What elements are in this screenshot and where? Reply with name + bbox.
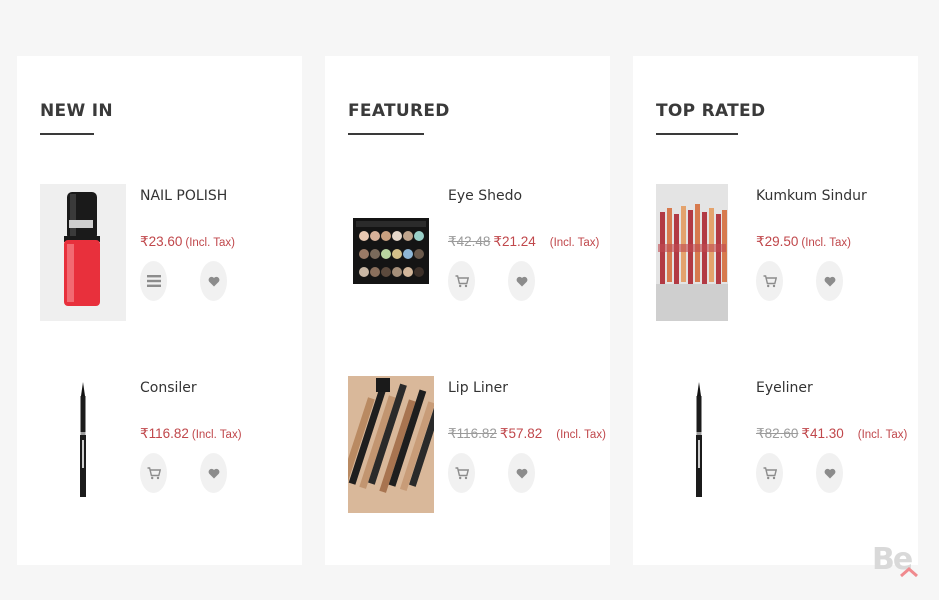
wishlist-button[interactable]	[816, 453, 843, 493]
product-card[interactable]: Eyeliner ₹82.60 ₹41.30 (Incl. Tax)	[656, 376, 907, 516]
behance-watermark: Be	[872, 542, 918, 578]
add-to-cart-button[interactable]	[756, 453, 783, 493]
tax-note: (Incl. Tax)	[801, 237, 852, 249]
price-row: ₹29.50 (Incl. Tax)	[756, 234, 851, 250]
tax-note: (Incl. Tax)	[857, 429, 908, 441]
section-top-rated: TOP RATED Kumkum Sindur ₹29.50 (Incl. Ta…	[633, 56, 918, 565]
price: ₹23.60	[140, 234, 183, 249]
kumkum-sindur-image[interactable]	[656, 184, 728, 321]
add-to-cart-button[interactable]	[140, 453, 167, 493]
old-price: ₹82.60	[756, 426, 799, 441]
cart-icon	[763, 274, 777, 287]
cart-icon	[455, 274, 469, 287]
section-title: FEATURED	[348, 101, 450, 121]
price: ₹57.82	[499, 426, 543, 441]
list-icon	[146, 275, 161, 287]
product-name[interactable]: Eyeliner	[756, 380, 813, 396]
product-card[interactable]: Consiler ₹116.82 (Incl. Tax)	[40, 376, 290, 516]
wishlist-button[interactable]	[816, 261, 843, 301]
tax-note: (Incl. Tax)	[185, 237, 236, 249]
heart-icon	[824, 276, 835, 286]
heart-icon	[208, 468, 219, 478]
list-button[interactable]	[140, 261, 167, 301]
section-featured: FEATURED Eye Shedo ₹42.48 ₹21.24 (Incl. …	[325, 56, 610, 565]
old-price: ₹116.82	[448, 426, 497, 441]
eyeliner-pen-image[interactable]	[656, 376, 742, 513]
wishlist-button[interactable]	[508, 261, 535, 301]
price: ₹29.50	[756, 234, 799, 249]
title-underline	[348, 133, 424, 135]
price-row: ₹116.82 (Incl. Tax)	[140, 426, 242, 442]
product-card[interactable]: NAIL POLISH ₹23.60 (Incl. Tax)	[40, 184, 290, 324]
product-name[interactable]: Kumkum Sindur	[756, 188, 867, 204]
product-name[interactable]: Consiler	[140, 380, 197, 396]
tax-note: (Incl. Tax)	[191, 429, 242, 441]
wishlist-button[interactable]	[200, 453, 227, 493]
add-to-cart-button[interactable]	[448, 453, 475, 493]
price: ₹21.24	[493, 234, 536, 249]
heart-icon	[208, 276, 219, 286]
tax-note: (Incl. Tax)	[549, 237, 600, 249]
heart-icon	[824, 468, 835, 478]
nail-polish-image[interactable]	[40, 184, 126, 321]
product-card[interactable]: Kumkum Sindur ₹29.50 (Incl. Tax)	[656, 184, 906, 324]
chevron-up-icon	[900, 567, 918, 578]
old-price: ₹42.48	[448, 234, 491, 249]
price-row: ₹23.60 (Incl. Tax)	[140, 234, 235, 250]
title-underline	[40, 133, 94, 135]
product-name[interactable]: NAIL POLISH	[140, 188, 227, 204]
price-row: ₹42.48 ₹21.24 (Incl. Tax)	[448, 234, 599, 250]
cart-icon	[147, 466, 161, 479]
price: ₹116.82	[140, 426, 189, 441]
product-card[interactable]: Eye Shedo ₹42.48 ₹21.24 (Incl. Tax)	[348, 184, 599, 324]
lip-liner-pencils-image[interactable]	[348, 376, 434, 513]
wishlist-button[interactable]	[200, 261, 227, 301]
section-new-in: NEW IN NAIL POLISH ₹23.60 (Incl. Tax) Co…	[17, 56, 302, 565]
tax-note: (Incl. Tax)	[556, 429, 606, 441]
heart-icon	[516, 468, 527, 478]
add-to-cart-button[interactable]	[448, 261, 475, 301]
title-underline	[656, 133, 738, 135]
section-title: TOP RATED	[656, 101, 766, 121]
cart-icon	[455, 466, 469, 479]
product-name[interactable]: Eye Shedo	[448, 188, 522, 204]
price: ₹41.30	[801, 426, 844, 441]
eyeshadow-palette-image[interactable]	[348, 184, 434, 321]
price-row: ₹116.82 ₹57.82 (Incl. Tax)	[448, 426, 606, 442]
wishlist-button[interactable]	[508, 453, 535, 493]
section-title: NEW IN	[40, 101, 113, 121]
add-to-cart-button[interactable]	[756, 261, 783, 301]
heart-icon	[516, 276, 527, 286]
cart-icon	[763, 466, 777, 479]
eyeliner-pen-image[interactable]	[40, 376, 126, 513]
price-row: ₹82.60 ₹41.30 (Incl. Tax)	[756, 426, 907, 442]
product-card[interactable]: Lip Liner ₹116.82 ₹57.82 (Incl. Tax)	[348, 376, 606, 516]
product-name[interactable]: Lip Liner	[448, 380, 508, 396]
